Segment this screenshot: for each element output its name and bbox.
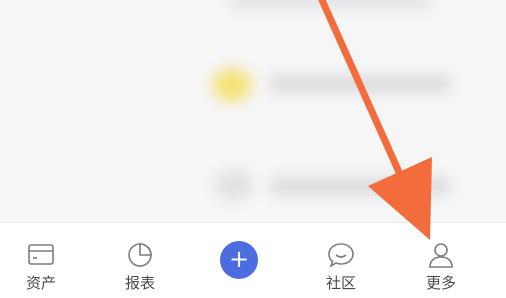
annotation-arrow	[318, 0, 432, 240]
